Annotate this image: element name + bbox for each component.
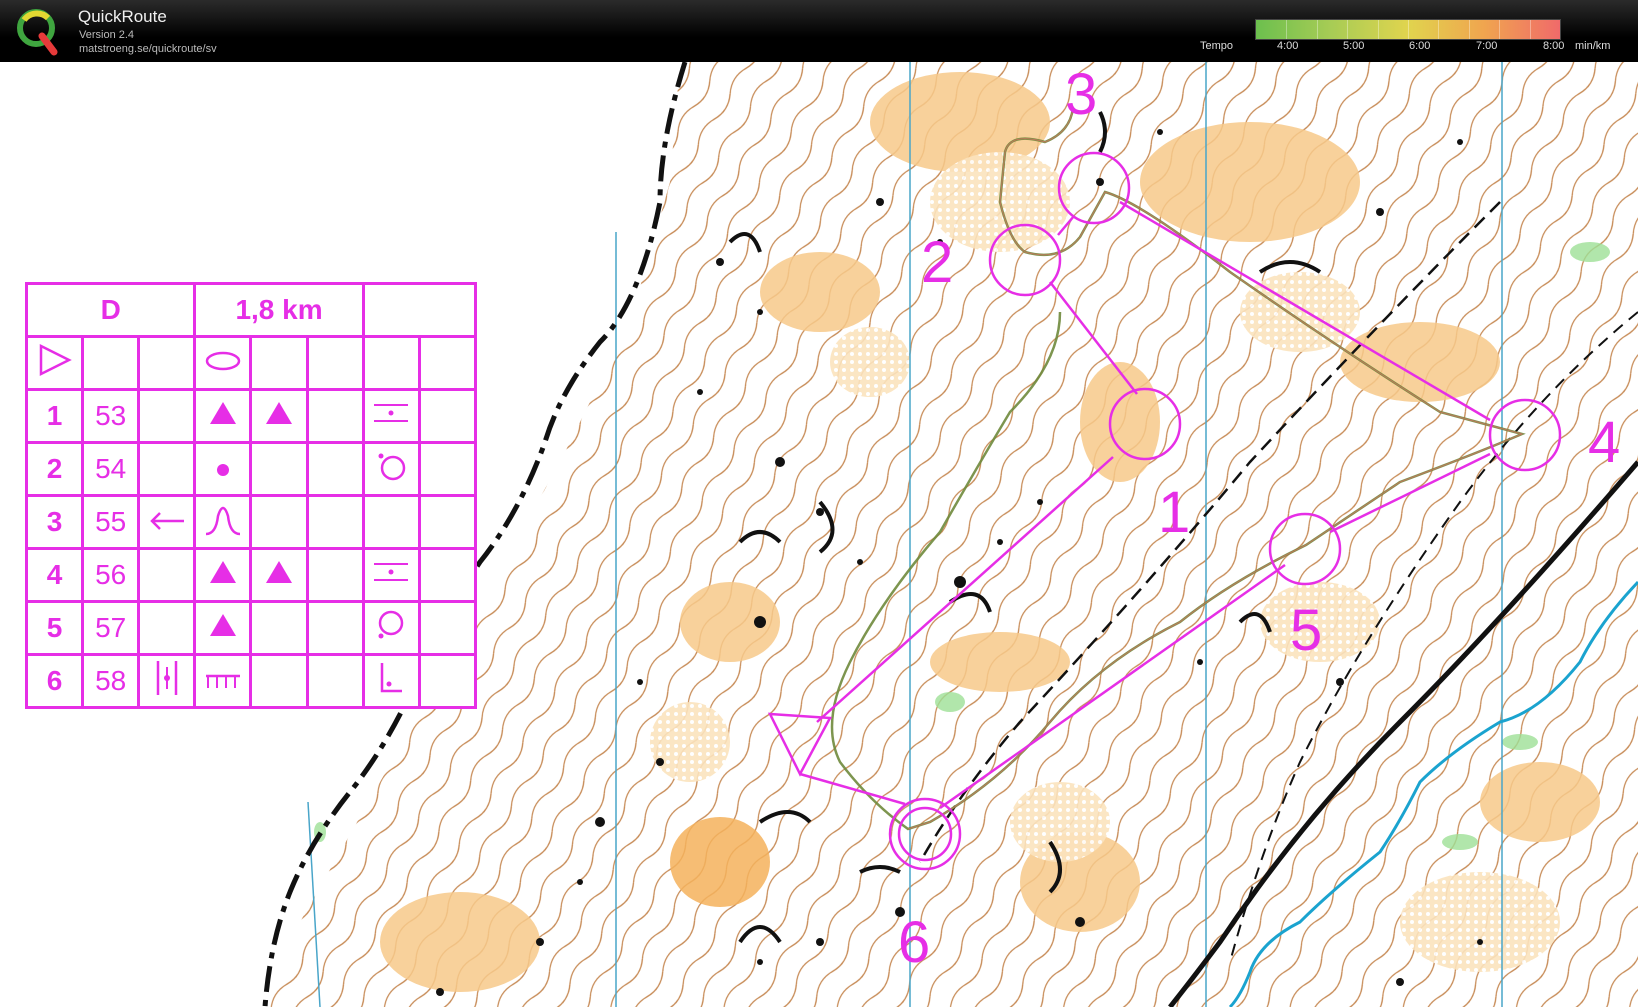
control-row: 2 54 xyxy=(24,441,478,497)
control-seq: 3 xyxy=(24,494,85,550)
tempo-tick: 6:00 xyxy=(1409,40,1431,52)
control-code: 53 xyxy=(81,388,141,444)
control-row: 3 55 xyxy=(24,494,478,550)
control-number-1: 1 xyxy=(1158,480,1190,545)
knoll-triangle-icon xyxy=(209,560,236,583)
symbol-cell xyxy=(361,600,421,656)
symbol-cell xyxy=(193,441,253,497)
arrow-left-icon xyxy=(150,512,184,530)
control-seq: 5 xyxy=(24,600,85,656)
symbol-cell xyxy=(361,653,421,709)
control-number-5: 5 xyxy=(1290,598,1322,663)
app-url[interactable]: matstroeng.se/quickroute/sv xyxy=(79,43,217,55)
tempo-tick: 8:00 xyxy=(1543,40,1565,52)
corner-icon xyxy=(381,662,403,692)
control-seq: 6 xyxy=(24,653,85,709)
knoll-triangle-icon xyxy=(209,401,236,424)
tempo-label: Tempo xyxy=(1200,40,1234,52)
start-symbol xyxy=(24,335,85,391)
control-seq: 2 xyxy=(24,441,85,497)
symbol-cell xyxy=(361,388,421,444)
tempo-color-scale xyxy=(1255,19,1561,40)
control-row: 5 57 xyxy=(24,600,478,656)
symbol-cell xyxy=(361,547,421,603)
symbol-cell xyxy=(249,547,309,603)
symbol-cell xyxy=(249,388,309,444)
start-feature xyxy=(193,335,253,391)
control-code: 54 xyxy=(81,441,141,497)
control-code: 55 xyxy=(81,494,141,550)
control-code: 58 xyxy=(81,653,141,709)
quickroute-logo-icon xyxy=(17,9,58,56)
symbol-cell xyxy=(137,494,197,550)
control-number-2: 2 xyxy=(921,230,953,295)
knoll-triangle-icon xyxy=(266,560,293,583)
control-number-3: 3 xyxy=(1065,62,1097,127)
control-number-6: 6 xyxy=(898,910,930,975)
course-length: 1,8 km xyxy=(193,282,365,338)
knoll-triangle-icon xyxy=(266,401,293,424)
between-lines-icon xyxy=(156,660,178,695)
control-seq: 1 xyxy=(24,388,85,444)
wall-comb-icon xyxy=(205,674,240,688)
control-row: 1 53 xyxy=(24,388,478,444)
start-triangle-icon xyxy=(39,343,72,376)
control-row: 4 56 xyxy=(24,547,478,603)
course-name: D xyxy=(24,282,197,338)
symbol-cell xyxy=(137,653,197,709)
spur-icon xyxy=(205,506,241,535)
symbol-cell xyxy=(361,441,421,497)
control-seq: 4 xyxy=(24,547,85,603)
control-number-4: 4 xyxy=(1588,410,1620,475)
ellipse-icon xyxy=(205,351,241,371)
between-features-icon xyxy=(374,404,409,422)
app-header: QuickRoute Version 2.4 matstroeng.se/qui… xyxy=(0,0,1638,62)
symbol-cell xyxy=(193,653,253,709)
knoll-triangle-icon xyxy=(209,613,236,636)
symbol-cell xyxy=(193,547,253,603)
between-features-icon xyxy=(374,563,409,581)
tempo-tick: 4:00 xyxy=(1277,40,1299,52)
foot-circle-icon xyxy=(378,610,404,638)
boulder-dot-icon xyxy=(216,464,229,476)
foot-circle-icon xyxy=(378,453,406,480)
tempo-tick: 7:00 xyxy=(1476,40,1498,52)
control-code: 57 xyxy=(81,600,141,656)
tempo-tick: 5:00 xyxy=(1343,40,1365,52)
tempo-unit: min/km xyxy=(1575,40,1611,52)
app-title: QuickRoute xyxy=(78,7,167,26)
symbol-cell xyxy=(193,600,253,656)
symbol-cell xyxy=(193,494,253,550)
control-code: 56 xyxy=(81,547,141,603)
symbol-cell xyxy=(193,388,253,444)
app-version: Version 2.4 xyxy=(79,29,135,41)
header-empty-cell xyxy=(361,282,478,338)
control-row: 6 58 xyxy=(24,653,478,709)
control-description-sheet: D 1,8 km 1 53 2 54 3 55 4 56 5 57 6 58 xyxy=(24,282,478,709)
